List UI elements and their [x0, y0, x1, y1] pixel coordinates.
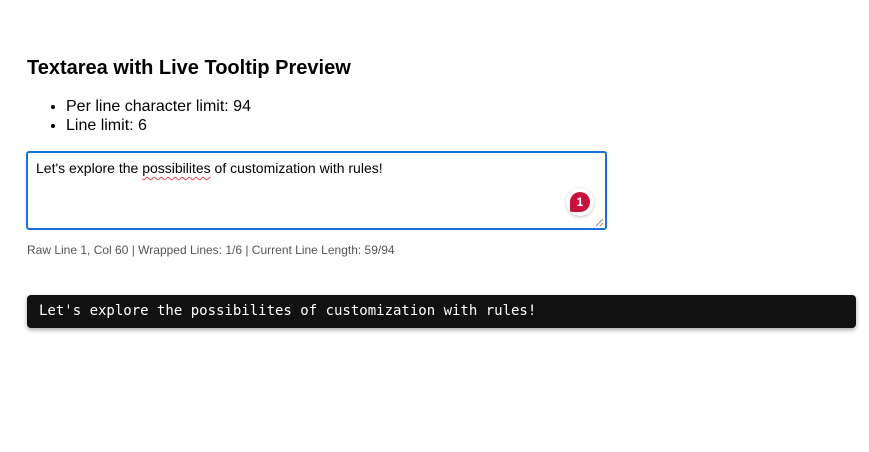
grammar-checker-icon[interactable]: 1	[566, 188, 594, 216]
limits-list: Per line character limit: 94 Line limit:…	[27, 97, 251, 135]
text-editor-textarea[interactable]: Let's explore the possibilites of custom…	[26, 151, 607, 230]
grammar-issue-count: 1	[570, 192, 590, 212]
misspelled-word[interactable]: possibilites	[142, 160, 210, 176]
page-title: Textarea with Live Tooltip Preview	[27, 57, 351, 79]
cursor-status-line: Raw Line 1, Col 60 | Wrapped Lines: 1/6 …	[27, 243, 395, 257]
editor-text-after: of customization with rules!	[210, 160, 383, 176]
editor-text-before: Let's explore the	[36, 160, 143, 176]
char-limit-item: Per line character limit: 94	[66, 97, 251, 116]
line-limit-item: Line limit: 6	[66, 116, 251, 135]
editor-text[interactable]: Let's explore the possibilites of custom…	[36, 160, 383, 177]
resize-grip-icon[interactable]	[595, 218, 604, 227]
live-tooltip-preview: Let's explore the possibilites of custom…	[27, 295, 856, 328]
